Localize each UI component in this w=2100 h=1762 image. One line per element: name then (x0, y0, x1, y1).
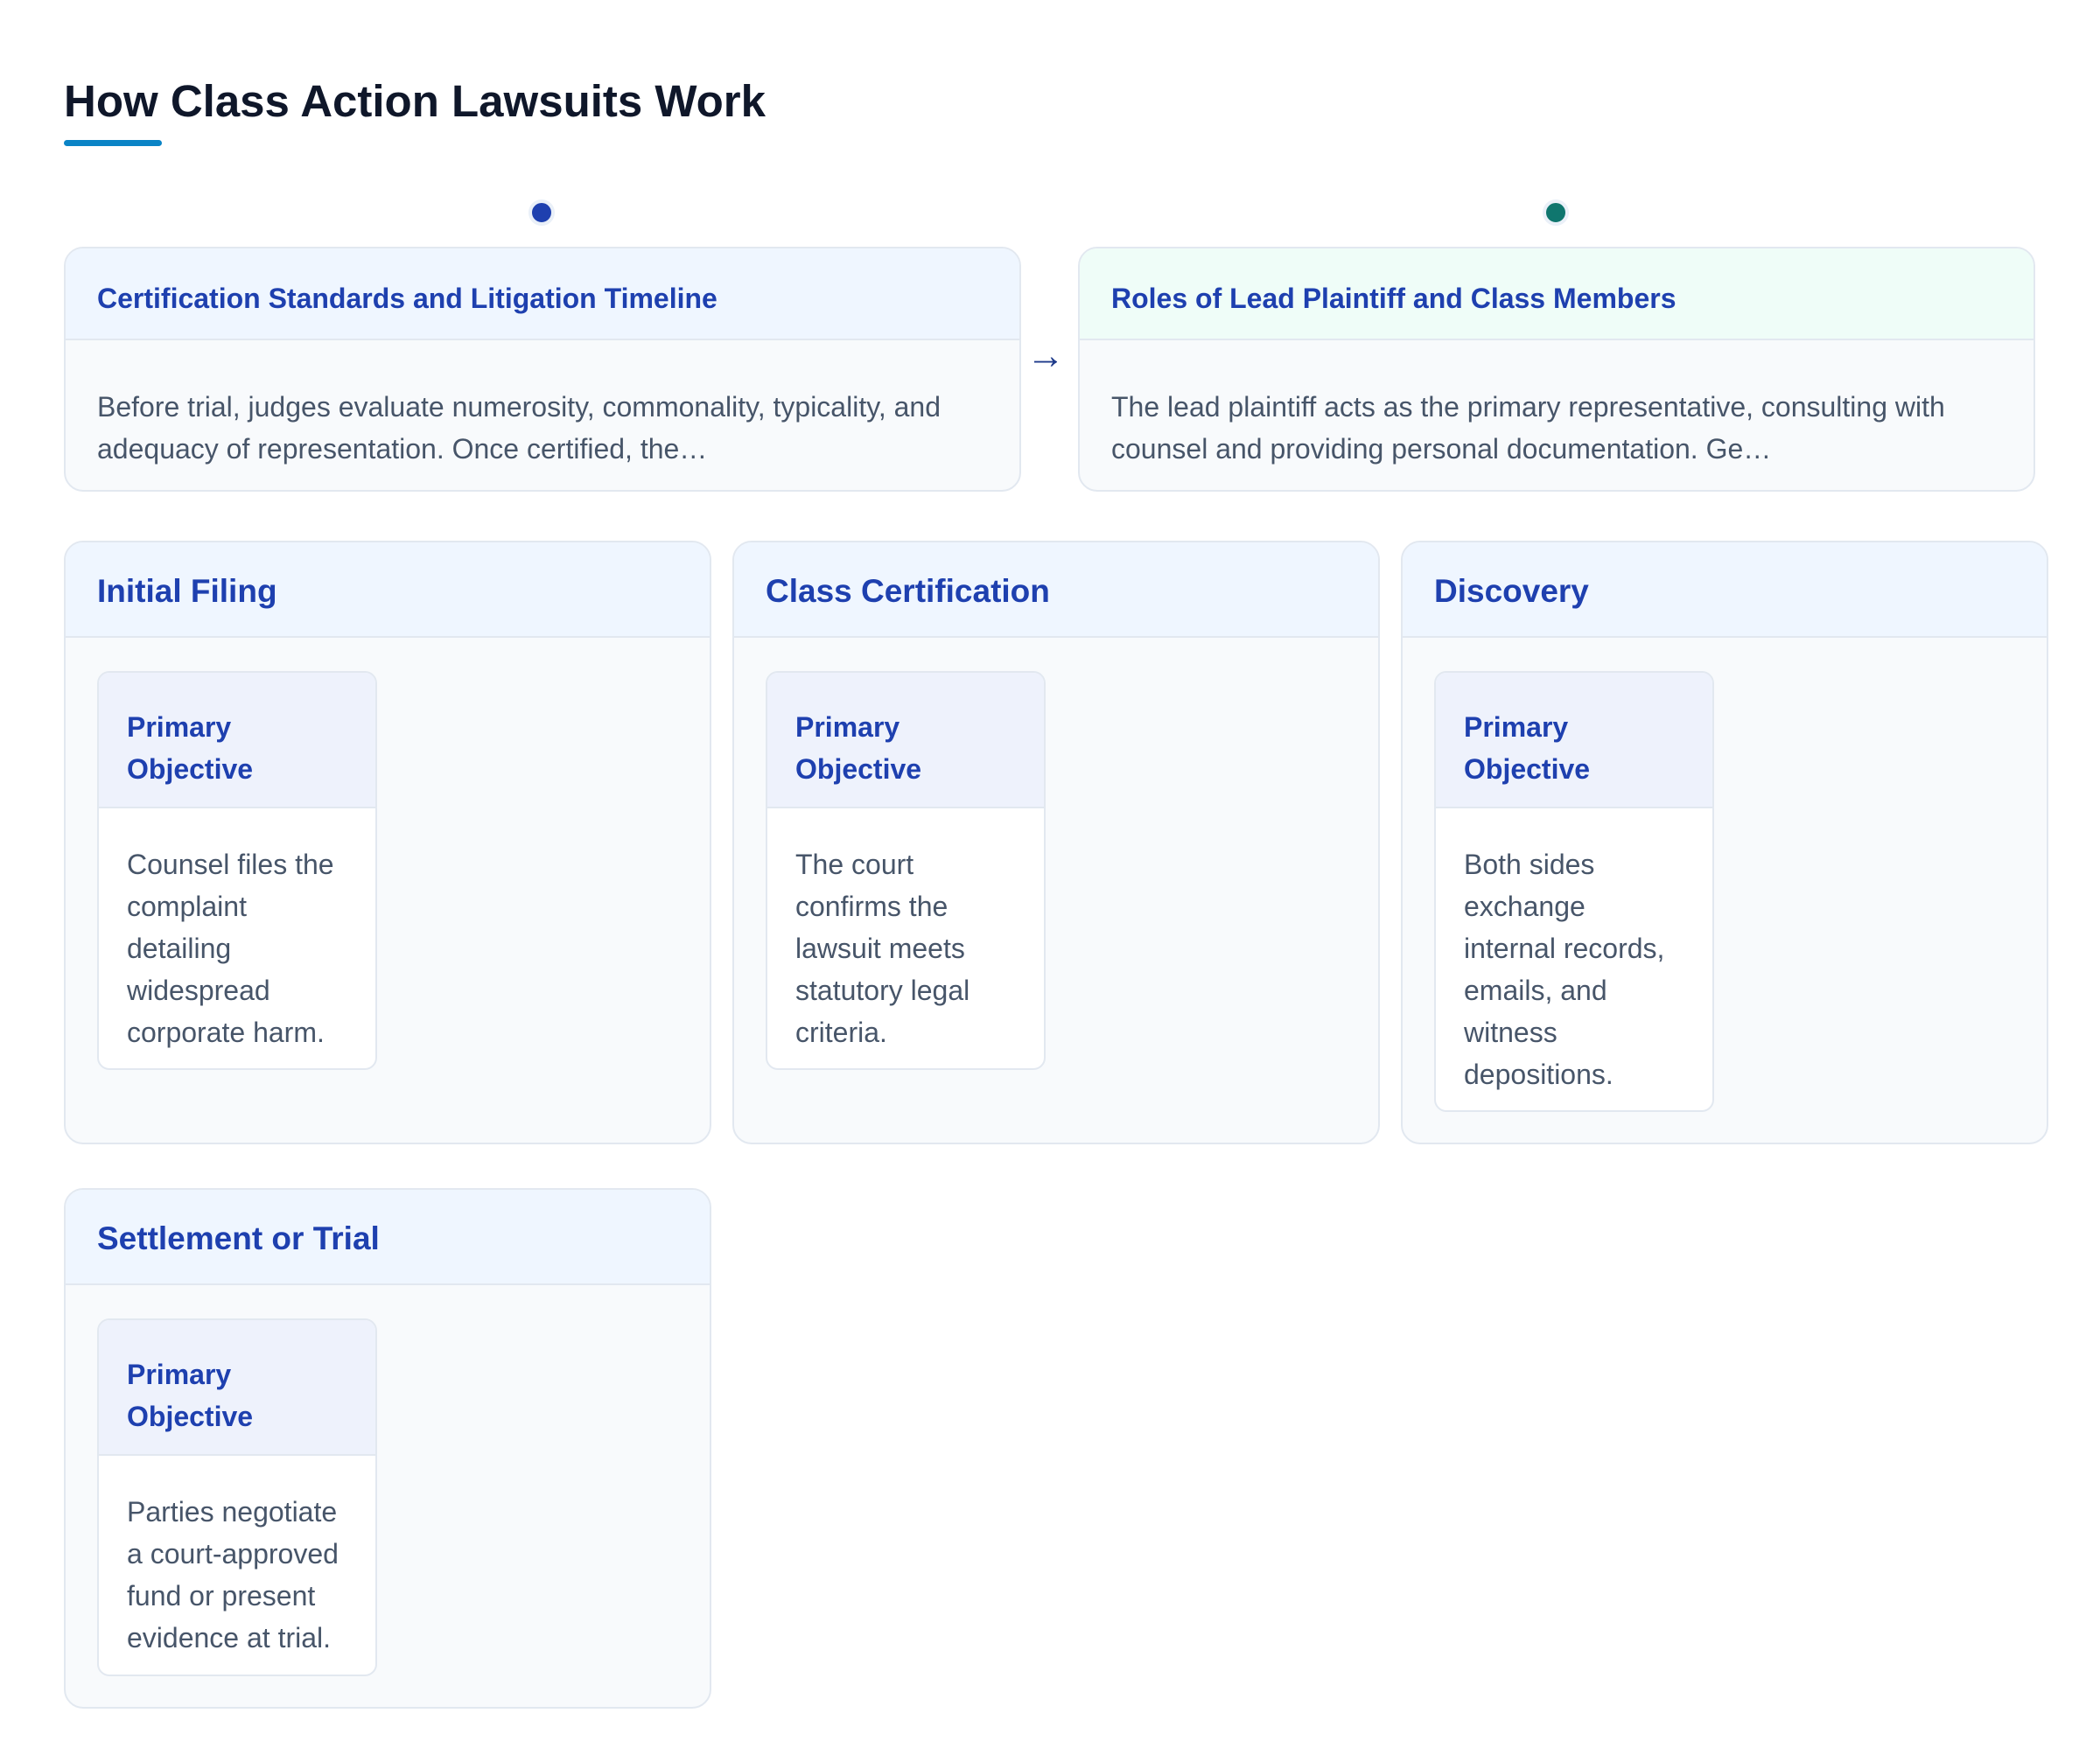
overview-marker-dot-blue (528, 199, 555, 226)
overview-card-header: Roles of Lead Plaintiff and Class Member… (1080, 248, 2034, 340)
overview-card-text: Before trial, judges evaluate numerosity… (97, 391, 941, 465)
objective-label: Primary Objective (1436, 673, 1712, 808)
stage-card-class-certification: Class Certification Primary Objective Th… (732, 541, 1380, 1144)
overview-marker-dot-teal (1543, 199, 1569, 226)
objective-label: Primary Objective (767, 673, 1044, 808)
stage-card-header: Class Certification (734, 542, 1378, 638)
overview-card-title: Roles of Lead Plaintiff and Class Member… (1111, 283, 1676, 314)
stage-title: Discovery (1434, 572, 1589, 609)
stage-card-header: Settlement or Trial (66, 1190, 710, 1285)
objective-box: Primary Objective The court confirms the… (766, 671, 1046, 1070)
objective-text: Both sides exchange internal records, em… (1464, 849, 1665, 1090)
objective-box: Primary Objective Parties negotiate a co… (97, 1318, 377, 1676)
stage-card-header: Discovery (1403, 542, 2047, 638)
connector-arrow: → (1026, 334, 1065, 377)
stage-card-settlement-or-trial: Settlement or Trial Primary Objective Pa… (64, 1188, 711, 1709)
overview-card-text: The lead plaintiff acts as the primary r… (1111, 391, 1945, 465)
stage-card-header: Initial Filing (66, 542, 710, 638)
stage-card-initial-filing: Initial Filing Primary Objective Counsel… (64, 541, 711, 1144)
overview-card-header: Certification Standards and Litigation T… (66, 248, 1019, 340)
objective-text: The court confirms the lawsuit meets sta… (795, 849, 970, 1048)
stage-card-discovery: Discovery Primary Objective Both sides e… (1401, 541, 2048, 1144)
objective-text: Counsel files the complaint detailing wi… (127, 849, 334, 1048)
overview-card-roles: Roles of Lead Plaintiff and Class Member… (1078, 247, 2035, 492)
stage-title: Initial Filing (97, 572, 277, 609)
objective-text: Parties negotiate a court-approved fund … (127, 1496, 339, 1654)
objective-box: Primary Objective Counsel files the comp… (97, 671, 377, 1070)
objective-label: Primary Objective (99, 1320, 375, 1456)
title-underline (64, 140, 162, 146)
objective-label: Primary Objective (99, 673, 375, 808)
stage-title: Settlement or Trial (97, 1220, 380, 1256)
stage-title: Class Certification (766, 572, 1050, 609)
overview-card-certification: Certification Standards and Litigation T… (64, 247, 1021, 492)
overview-card-title: Certification Standards and Litigation T… (97, 283, 718, 314)
page-title: How Class Action Lawsuits Work (64, 76, 766, 126)
objective-box: Primary Objective Both sides exchange in… (1434, 671, 1714, 1112)
